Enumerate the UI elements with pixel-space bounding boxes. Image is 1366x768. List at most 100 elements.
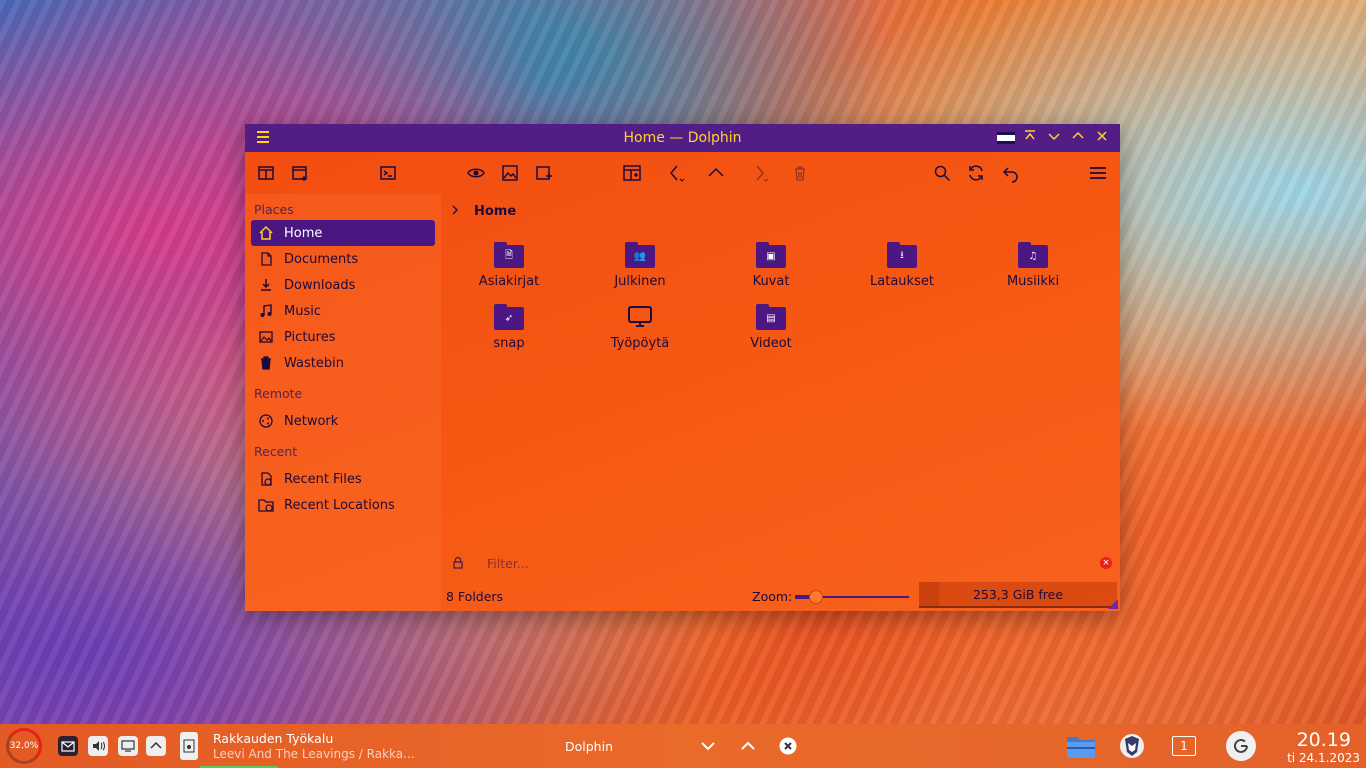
free-space-indicator[interactable]: 253,3 GiB free <box>919 582 1117 608</box>
lock-icon[interactable] <box>451 556 465 570</box>
sidebar-item-recent-files[interactable]: Recent Files <box>251 466 435 492</box>
filter-input[interactable] <box>487 555 1067 571</box>
file-manager-launcher-icon[interactable] <box>1066 732 1096 760</box>
status-bar: 8 Folders Zoom: 253,3 GiB free <box>441 582 1120 610</box>
sidebar-item-network[interactable]: Network <box>251 408 435 434</box>
places-panel: Places Home Documents Downloads Music Pictur… <box>245 194 441 611</box>
home-icon <box>257 225 274 242</box>
sidebar-item-label: Music <box>284 303 321 319</box>
sidebar-item-music[interactable]: Music <box>251 298 435 324</box>
minimize-icon[interactable] <box>1045 129 1063 147</box>
up-icon[interactable] <box>704 161 728 185</box>
remote-section-title: Remote <box>254 386 303 401</box>
folder-item[interactable]: ▤ Videot <box>716 304 826 351</box>
sidebar-item-label: Downloads <box>284 277 356 293</box>
sidebar-item-label: Recent Files <box>284 471 362 487</box>
media-player-icon[interactable] <box>180 732 198 760</box>
virtual-desktop-pager[interactable]: 1 <box>1172 736 1196 756</box>
folder-item[interactable]: Työpöytä <box>585 304 695 351</box>
folder-item[interactable]: ▣ Kuvat <box>716 242 826 289</box>
sidebar-item-downloads[interactable]: Downloads <box>251 272 435 298</box>
breadcrumb: Home <box>450 204 516 219</box>
folder-item[interactable]: ➶ snap <box>454 304 564 351</box>
zoom-slider-handle[interactable] <box>808 590 823 604</box>
sidebar-item-pictures[interactable]: Pictures <box>251 324 435 350</box>
reload-icon[interactable] <box>964 161 988 185</box>
task-minimize-icon[interactable] <box>698 736 718 756</box>
free-space-label: 253,3 GiB free <box>972 586 1064 602</box>
folder-item[interactable]: 👥 Julkinen <box>585 242 695 289</box>
breadcrumb-chevron-icon[interactable] <box>450 204 460 219</box>
folder-icon: ♫ <box>1018 242 1048 268</box>
terminal-icon[interactable] <box>376 161 400 185</box>
breadcrumb-home[interactable]: Home <box>474 204 516 219</box>
folder-icon: ➶ <box>494 304 524 330</box>
folder-name: Asiakirjat <box>478 274 540 289</box>
filter-bar: × <box>441 551 1120 575</box>
tray-expand-icon[interactable] <box>146 736 166 756</box>
mail-icon[interactable] <box>58 736 78 756</box>
volume-icon[interactable] <box>88 736 108 756</box>
folder-icon: ▣ <box>756 242 786 268</box>
recent-section-title: Recent <box>254 444 298 459</box>
preview-icon[interactable] <box>464 161 488 185</box>
folder-item[interactable]: ⭳ Lataukset <box>847 242 957 289</box>
recent-locations-icon <box>257 497 274 514</box>
task-dolphin[interactable]: Dolphin <box>565 739 613 754</box>
sidebar-item-label: Home <box>284 225 323 241</box>
new-tab-icon[interactable] <box>532 161 556 185</box>
cpu-value: 32,0% <box>9 741 39 751</box>
undo-icon[interactable] <box>999 161 1023 185</box>
display-icon[interactable] <box>118 736 138 756</box>
search-icon[interactable] <box>930 161 954 185</box>
sidebar-item-recent-locations[interactable]: Recent Locations <box>251 492 435 518</box>
folder-item[interactable]: ♫ Musiikki <box>978 242 1088 289</box>
task-close-icon[interactable] <box>778 736 798 756</box>
folder-count: 8 Folders <box>446 589 504 604</box>
taskbar: 32,0% Rakkauden Työkalu Leevi And The Le… <box>0 724 1366 768</box>
shade-icon[interactable] <box>1021 129 1039 147</box>
sidebar-item-label: Network <box>284 413 339 429</box>
clock-time[interactable]: 20.19 <box>1297 729 1351 751</box>
places-section-title: Places <box>254 202 294 217</box>
new-window-icon[interactable] <box>288 161 312 185</box>
media-artist: Leevi And The Leavings / Rakka... <box>213 747 415 761</box>
panels-icon[interactable] <box>620 161 644 185</box>
brave-browser-icon[interactable] <box>1119 732 1145 760</box>
sidebar-item-wastebin[interactable]: Wastebin <box>251 350 435 376</box>
folder-icon: ⭳ <box>887 242 917 268</box>
resize-grip[interactable] <box>1108 599 1118 609</box>
clear-filter-icon[interactable]: × <box>1100 557 1112 569</box>
sidebar-item-home[interactable]: Home <box>251 220 435 246</box>
folder-item[interactable]: 🗎 Asiakirjat <box>454 242 564 289</box>
trash-toolbar-icon[interactable] <box>788 161 812 185</box>
dolphin-window: Home — Dolphin Places Home Documents Dow… <box>245 124 1120 611</box>
trash-icon <box>257 355 274 372</box>
sidebar-item-label: Wastebin <box>284 355 344 371</box>
task-maximize-icon[interactable] <box>738 736 758 756</box>
folder-icon: 👥 <box>625 242 655 268</box>
keep-above-icon[interactable] <box>997 129 1015 147</box>
google-icon[interactable] <box>1226 731 1256 761</box>
music-icon <box>257 303 274 320</box>
back-icon[interactable] <box>663 161 687 185</box>
media-title[interactable]: Rakkauden Työkalu <box>213 731 333 746</box>
downloads-icon <box>257 277 274 294</box>
zoom-label: Zoom: <box>752 589 793 604</box>
forward-icon[interactable] <box>747 161 771 185</box>
sidebar-item-label: Documents <box>284 251 359 267</box>
sidebar-item-label: Pictures <box>284 329 336 345</box>
clock-date: ti 24.1.2023 <box>1287 751 1360 765</box>
hamburger-menu-icon[interactable] <box>1086 161 1110 185</box>
image-view-icon[interactable] <box>498 161 522 185</box>
close-icon[interactable] <box>1093 129 1111 147</box>
maximize-icon[interactable] <box>1069 129 1087 147</box>
folder-name: Videot <box>750 336 792 351</box>
sidebar-item-documents[interactable]: Documents <box>251 246 435 272</box>
split-view-icon[interactable] <box>254 161 278 185</box>
pictures-icon <box>257 329 274 346</box>
cpu-monitor[interactable]: 32,0% <box>6 728 42 764</box>
window-titlebar[interactable]: Home — Dolphin <box>245 124 1120 152</box>
folder-name: snap <box>493 336 525 351</box>
recent-files-icon <box>257 471 274 488</box>
